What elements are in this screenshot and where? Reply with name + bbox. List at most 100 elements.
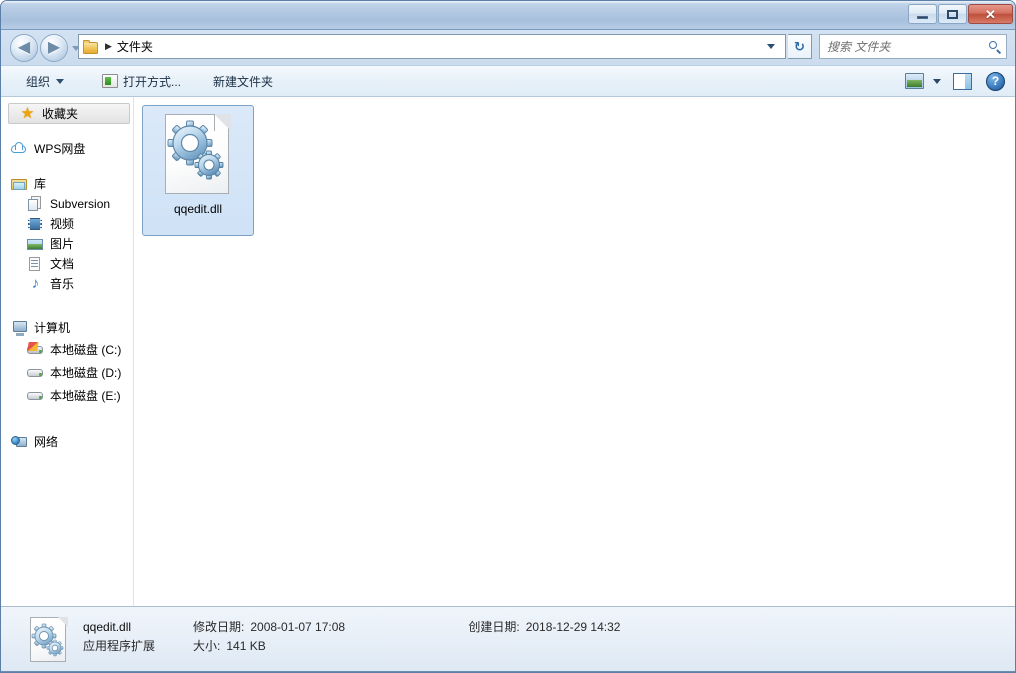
music-icon: ♪ [31, 275, 40, 292]
computer-icon [11, 320, 28, 336]
back-button[interactable]: ◀ [10, 34, 38, 62]
documents-icon [27, 256, 44, 272]
command-toolbar: 组织 打开方式... 新建文件夹 ? [1, 65, 1015, 97]
star-icon: ★ [20, 104, 35, 122]
maximize-icon [947, 9, 958, 19]
maximize-button[interactable] [938, 4, 967, 24]
dll-gear-icon [165, 114, 231, 194]
new-folder-button[interactable]: 新建文件夹 [205, 70, 281, 92]
sidebar-item-label: 音乐 [50, 277, 75, 291]
organize-label: 组织 [26, 74, 51, 89]
help-icon[interactable]: ? [986, 71, 1005, 91]
minimize-button[interactable] [908, 4, 937, 24]
sidebar-item-label: 网络 [34, 435, 59, 449]
title-bar: ✕ [1, 1, 1015, 30]
preview-pane-icon[interactable] [953, 72, 972, 90]
sidebar-item-computer[interactable]: 计算机 [1, 318, 133, 338]
details-modified-label: 修改日期: [193, 620, 245, 634]
close-button[interactable]: ✕ [968, 4, 1013, 24]
search-icon[interactable] [988, 40, 1002, 54]
details-created-value: 2018-12-29 14:32 [525, 620, 621, 634]
sidebar-item-label: 本地磁盘 (E:) [50, 388, 121, 403]
search-placeholder: 搜索 文件夹 [827, 40, 891, 54]
network-icon [11, 434, 28, 450]
drive-icon [27, 365, 44, 381]
new-folder-label: 新建文件夹 [213, 74, 274, 89]
sidebar-item-label: 计算机 [34, 321, 71, 335]
file-list-pane[interactable]: qqedit.dll [134, 97, 1015, 606]
details-pane: qqedit.dll 修改日期: 2008-01-07 17:08 创建日期: … [1, 606, 1015, 672]
address-bar-row: ◀ ▶ ▶ 文件夹 ↻ 搜索 文件夹 [1, 30, 1015, 65]
sidebar-item-music[interactable]: ♪ 音乐 [1, 274, 133, 294]
forward-button[interactable]: ▶ [40, 34, 68, 62]
refresh-icon: ↻ [794, 39, 805, 54]
window-bottom-edge [1, 671, 1015, 672]
sidebar-item-label: 收藏夹 [42, 106, 79, 121]
toolbar-right-group: ? [905, 71, 1015, 91]
address-input[interactable]: ▶ 文件夹 [78, 34, 786, 59]
forward-arrow-icon: ▶ [47, 39, 61, 56]
sidebar-item-drive-c[interactable]: 本地磁盘 (C:) [1, 338, 133, 361]
details-size-label: 大小: [193, 639, 221, 653]
pictures-icon [27, 236, 44, 252]
folder-icon [83, 39, 99, 54]
sidebar-item-label: 本地磁盘 (C:) [50, 342, 122, 357]
open-with-icon [102, 74, 119, 88]
sidebar-item-drive-d[interactable]: 本地磁盘 (D:) [1, 361, 133, 384]
details-text-group: qqedit.dll 修改日期: 2008-01-07 17:08 创建日期: … [83, 616, 620, 656]
library-icon [11, 176, 28, 192]
view-chevron-down-icon[interactable] [933, 78, 941, 84]
navigation-buttons: ◀ ▶ [10, 34, 80, 62]
change-view-icon[interactable] [905, 73, 924, 89]
details-created-label: 创建日期: [468, 620, 520, 634]
minimize-icon [917, 16, 928, 19]
titlebar-gloss [2, 1, 1015, 4]
sidebar-item-documents[interactable]: 文档 [1, 254, 133, 274]
sidebar-item-network[interactable]: 网络 [1, 432, 133, 452]
sidebar-item-label: 本地磁盘 (D:) [50, 365, 122, 380]
open-with-label: 打开方式... [123, 74, 182, 89]
details-row-primary: qqedit.dll 修改日期: 2008-01-07 17:08 创建日期: … [83, 618, 620, 637]
address-chevron-down-icon[interactable] [767, 44, 775, 49]
drive-icon [27, 388, 44, 404]
sidebar-item-label: 视频 [50, 217, 75, 231]
open-with-button[interactable]: 打开方式... [94, 70, 189, 92]
gears-glyph [167, 120, 224, 180]
details-file-icon [30, 617, 68, 663]
refresh-button[interactable]: ↻ [788, 34, 812, 59]
sidebar-item-wps-cloud[interactable]: WPS网盘 [1, 139, 133, 159]
sidebar-item-label: 图片 [50, 237, 75, 251]
subversion-icon [27, 196, 44, 212]
explorer-window: ✕ ◀ ▶ ▶ 文件夹 ↻ 搜索 文件夹 组织 打开方式... 新建文件夹 ? … [0, 0, 1016, 673]
back-arrow-icon: ◀ [17, 39, 31, 56]
breadcrumb-path[interactable]: 文件夹 [117, 38, 153, 55]
sidebar-item-videos[interactable]: 视频 [1, 214, 133, 234]
sidebar-item-subversion[interactable]: Subversion [1, 194, 133, 214]
details-modified-value: 2008-01-07 17:08 [250, 620, 346, 634]
video-icon [27, 216, 44, 232]
sidebar-item-favorites[interactable]: ★ 收藏夹 [8, 103, 130, 124]
details-file-type: 应用程序扩展 [83, 639, 156, 653]
details-size-value: 141 KB [226, 639, 266, 653]
search-input[interactable]: 搜索 文件夹 [819, 34, 1007, 59]
file-item-qqedit-dll[interactable]: qqedit.dll [142, 105, 254, 236]
sidebar-item-label: 文档 [50, 257, 75, 271]
details-file-name: qqedit.dll [83, 620, 132, 634]
navigation-pane: ★ 收藏夹 WPS网盘 库 Subversion 视频 图片 文档 ♪ 音乐 计… [1, 97, 134, 606]
sidebar-item-drive-e[interactable]: 本地磁盘 (E:) [1, 384, 133, 407]
breadcrumb-separator-icon[interactable]: ▶ [105, 41, 112, 52]
close-icon: ✕ [985, 6, 996, 22]
file-item-label: qqedit.dll [173, 202, 223, 216]
sidebar-item-libraries[interactable]: 库 [1, 174, 133, 194]
sidebar-item-label: WPS网盘 [34, 142, 86, 156]
sidebar-item-label: 库 [34, 177, 47, 191]
details-row-secondary: 应用程序扩展 大小: 141 KB [83, 637, 620, 656]
system-drive-icon [27, 341, 44, 358]
body-area: ★ 收藏夹 WPS网盘 库 Subversion 视频 图片 文档 ♪ 音乐 计… [1, 97, 1015, 606]
organize-button[interactable]: 组织 [18, 70, 72, 92]
sidebar-item-pictures[interactable]: 图片 [1, 234, 133, 254]
